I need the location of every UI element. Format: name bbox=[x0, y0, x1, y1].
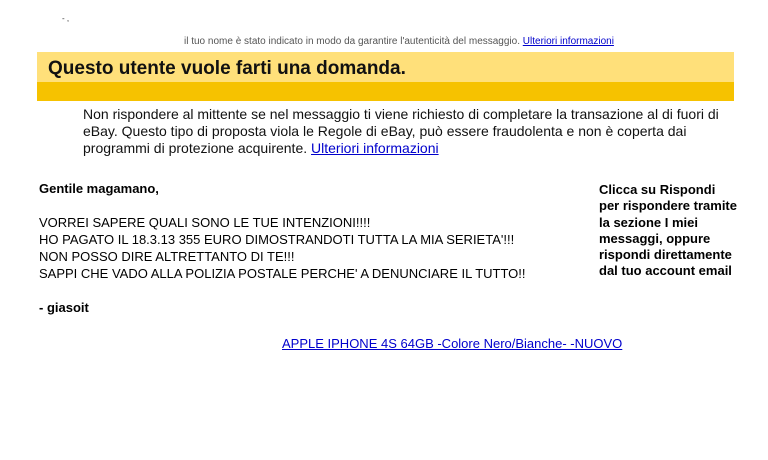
safety-warning: Non rispondere al mittente se nel messag… bbox=[83, 106, 723, 157]
message-line: HO PAGATO IL 18.3.13 355 EURO DIMOSTRAND… bbox=[39, 232, 515, 247]
message-signature: - giasoit bbox=[39, 300, 89, 315]
item-title-link[interactable]: APPLE IPHONE 4S 64GB -Colore Nero/Bianch… bbox=[282, 336, 622, 351]
warning-info-link[interactable]: Ulteriori informazioni bbox=[311, 140, 439, 156]
message-line: VORREI SAPERE QUALI SONO LE TUE INTENZIO… bbox=[39, 215, 371, 230]
message-greeting: Gentile magamano, bbox=[39, 181, 159, 196]
message-lines: VORREI SAPERE QUALI SONO LE TUE INTENZIO… bbox=[39, 214, 599, 282]
corner-mark: - , bbox=[62, 14, 70, 23]
banner-title: Questo utente vuole farti una domanda. bbox=[48, 58, 406, 79]
reply-hint: Clicca su Rispondi per rispondere tramit… bbox=[599, 182, 737, 279]
message-body: Gentile magamano, VORREI SAPERE QUALI SO… bbox=[39, 180, 599, 316]
banner-strip bbox=[37, 82, 734, 101]
authenticity-note: il tuo nome è stato indicato in modo da … bbox=[184, 36, 614, 46]
authenticity-info-link[interactable]: Ulteriori informazioni bbox=[523, 36, 614, 46]
question-banner: Questo utente vuole farti una domanda. bbox=[37, 52, 734, 101]
message-line: NON POSSO DIRE ALTRETTANTO DI TE!!! bbox=[39, 249, 295, 264]
message-line: SAPPI CHE VADO ALLA POLIZIA POSTALE PERC… bbox=[39, 266, 526, 281]
authenticity-text: il tuo nome è stato indicato in modo da … bbox=[184, 36, 520, 46]
clipped-header: - , il tuo nome è stato indicato in modo… bbox=[0, 0, 768, 46]
